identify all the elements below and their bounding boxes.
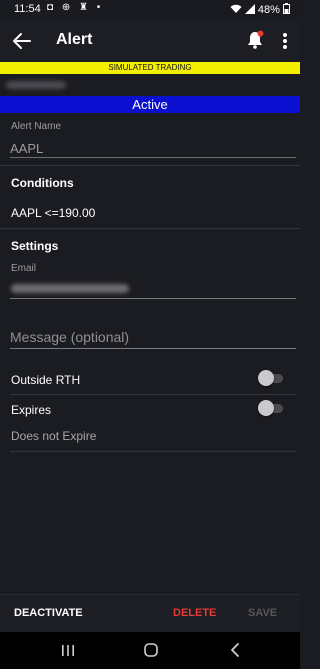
outside-rth-label: Outside RTH: [11, 373, 81, 387]
divider: [0, 228, 300, 229]
delete-button[interactable]: DELETE: [173, 607, 216, 619]
battery-icon: [283, 3, 290, 14]
system-back-button[interactable]: [225, 640, 247, 660]
back-chevron-icon: [231, 643, 239, 657]
alert-status-banner: Active: [0, 96, 300, 113]
account-name-redacted: [6, 81, 66, 89]
alert-name-label: Alert Name: [11, 121, 62, 132]
app-bar: Alert: [0, 20, 300, 62]
more-options-button[interactable]: [276, 29, 294, 53]
battery-percent: 48%: [257, 4, 280, 16]
notification-icons: ◘ ⊕ ♜ •: [47, 2, 104, 13]
message-placeholder: Message (optional): [10, 329, 130, 345]
email-underline: [10, 298, 296, 299]
back-button[interactable]: [10, 29, 34, 53]
message-input[interactable]: Message (optional): [10, 329, 296, 349]
divider: [10, 394, 296, 395]
expires-label: Expires: [11, 403, 52, 417]
divider: [0, 165, 300, 166]
alert-name-input[interactable]: [10, 139, 296, 158]
email-value-redacted[interactable]: [11, 284, 129, 293]
outside-rth-toggle[interactable]: [258, 370, 284, 386]
expires-description: Does not Expire: [11, 429, 97, 443]
more-vert-icon: [283, 33, 287, 49]
signal-icon: [244, 4, 255, 14]
toggle-thumb: [258, 400, 274, 416]
email-label: Email: [11, 263, 37, 274]
toggle-thumb: [258, 370, 274, 386]
page-title: Alert: [56, 31, 93, 48]
settings-header: Settings: [11, 239, 59, 253]
arrow-left-icon: [13, 33, 31, 49]
recents-button[interactable]: [57, 640, 79, 660]
status-right: 48%: [230, 3, 290, 16]
home-icon: [144, 643, 158, 657]
wifi-icon: [230, 4, 242, 13]
condition-row[interactable]: AAPL <=190.00: [11, 206, 95, 220]
divider: [10, 451, 296, 452]
bell-icon: [248, 30, 264, 49]
notifications-button[interactable]: [244, 29, 266, 51]
deactivate-button[interactable]: DEACTIVATE: [14, 607, 83, 619]
status-bar: 11:54 ◘ ⊕ ♜ • 48%: [0, 0, 300, 20]
bottom-action-bar: DEACTIVATE DELETE SAVE: [0, 594, 300, 633]
account-bar: [0, 74, 300, 96]
save-button[interactable]: SAVE: [248, 607, 277, 619]
system-nav-bar: [0, 632, 300, 669]
expires-toggle[interactable]: [258, 400, 284, 416]
status-time: 11:54: [14, 3, 41, 15]
recents-icon: [62, 645, 74, 656]
simulated-trading-banner: SIMULATED TRADING: [0, 62, 300, 74]
home-button[interactable]: [140, 640, 162, 660]
conditions-header: Conditions: [11, 176, 74, 190]
